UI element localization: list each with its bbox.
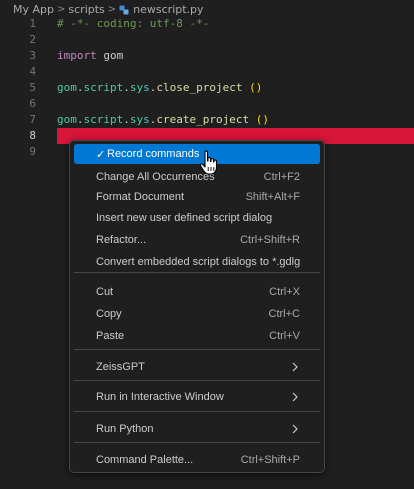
- menu-item-shortcut: Ctrl+F2: [263, 171, 300, 183]
- menu-item-label: Copy: [96, 308, 122, 320]
- code-line[interactable]: 3 import gom: [0, 48, 414, 64]
- menu-item-paste[interactable]: Paste Ctrl+V: [74, 326, 320, 346]
- checkmark-icon: ✓: [96, 148, 106, 161]
- code-text: # -*- coding: utf-8 -*-: [57, 16, 209, 32]
- line-number: 9: [29, 145, 36, 158]
- code-text: gom.script.sys.close_project (): [57, 80, 262, 96]
- chevron-right-icon: [290, 424, 300, 434]
- code-token: # -*- coding: utf-8 -*-: [57, 17, 210, 30]
- menu-item-convert-dialogs[interactable]: Convert embedded script dialogs to *.gdl…: [74, 252, 320, 272]
- line-number: 8: [29, 129, 36, 142]
- code-token: (): [249, 81, 263, 94]
- code-token: gom: [96, 49, 124, 62]
- line-number: 7: [29, 113, 36, 126]
- menu-item-label: Record commands: [107, 148, 200, 160]
- context-menu: ✓ Record commands Change All Occurrences Ct…: [69, 140, 325, 473]
- code-token: gom: [57, 81, 77, 94]
- menu-item-label: Insert new user defined script dialog: [96, 212, 273, 224]
- code-token: sys: [129, 113, 150, 126]
- code-token: sys: [129, 81, 150, 94]
- line-number: 3: [29, 49, 36, 62]
- menu-separator: [74, 349, 320, 350]
- hand-pointer-icon: [199, 150, 218, 175]
- code-text: gom.script.sys.create_project (): [57, 112, 269, 128]
- menu-item-insert-dialog[interactable]: Insert new user defined script dialog: [74, 208, 320, 228]
- python-file-icon: [119, 5, 129, 15]
- menu-separator: [74, 442, 320, 443]
- menu-item-zeissgpt[interactable]: ZeissGPT: [74, 357, 320, 377]
- breadcrumb-separator: >: [107, 3, 117, 15]
- code-line[interactable]: 6: [0, 96, 414, 112]
- menu-item-record-commands[interactable]: ✓ Record commands: [74, 144, 320, 164]
- breadcrumb-item-folder[interactable]: scripts: [68, 3, 104, 16]
- menu-item-label: Format Document: [96, 191, 185, 203]
- code-token: .: [123, 81, 130, 94]
- code-token: script: [83, 113, 124, 126]
- code-line[interactable]: 7 gom.script.sys.create_project (): [0, 112, 414, 128]
- chevron-right-icon: [290, 392, 300, 402]
- code-token: .: [76, 113, 84, 126]
- menu-item-shortcut: Ctrl+Shift+P: [240, 454, 300, 466]
- chevron-right-icon: [290, 362, 300, 372]
- menu-item-label: Paste: [96, 330, 125, 342]
- menu-item-change-all-occurrences[interactable]: Change All Occurrences Ctrl+F2: [74, 167, 320, 187]
- menu-separator: [74, 272, 320, 273]
- breadcrumb-item-app[interactable]: My App: [13, 3, 54, 16]
- menu-item-shortcut: Ctrl+V: [269, 330, 300, 342]
- menu-item-label: Refactor...: [96, 234, 147, 246]
- menu-item-copy[interactable]: Copy Ctrl+C: [74, 304, 320, 324]
- menu-item-cut[interactable]: Cut Ctrl+X: [74, 282, 320, 302]
- menu-item-shortcut: Ctrl+Shift+R: [240, 234, 300, 246]
- menu-item-label: Run Python: [96, 423, 154, 435]
- breadcrumb-item-file[interactable]: newscript.py: [133, 3, 203, 16]
- menu-item-label: Cut: [96, 286, 114, 298]
- menu-item-label: ZeissGPT: [96, 361, 145, 373]
- code-token: script: [83, 81, 124, 94]
- menu-item-shortcut: Ctrl+X: [269, 286, 300, 298]
- menu-item-label: Run in Interactive Window: [96, 391, 224, 403]
- menu-item-label: Convert embedded script dialogs to *.gdl…: [96, 256, 301, 268]
- menu-item-shortcut: Ctrl+C: [268, 308, 300, 320]
- code-line[interactable]: 2: [0, 32, 414, 48]
- menu-separator: [74, 411, 320, 412]
- menu-item-label: Change All Occurrences: [96, 171, 215, 183]
- line-number: 6: [29, 97, 36, 110]
- code-token: create_project: [156, 113, 250, 126]
- code-token: gom: [57, 113, 77, 126]
- menu-item-run-interactive-window[interactable]: Run in Interactive Window: [74, 387, 320, 407]
- code-token: .: [123, 113, 130, 126]
- line-number: 2: [29, 33, 36, 46]
- menu-separator: [74, 380, 320, 381]
- menu-item-label: Command Palette...: [96, 454, 194, 466]
- menu-item-command-palette[interactable]: Command Palette... Ctrl+Shift+P: [74, 450, 320, 470]
- line-number: 1: [29, 17, 36, 30]
- menu-item-shortcut: Shift+Alt+F: [245, 191, 300, 203]
- code-token: close_project: [156, 81, 243, 94]
- code-line[interactable]: 5 gom.script.sys.close_project (): [0, 80, 414, 96]
- line-number: 4: [29, 65, 36, 78]
- code-token: .: [76, 81, 84, 94]
- menu-item-format-document[interactable]: Format Document Shift+Alt+F: [74, 187, 320, 207]
- code-line[interactable]: 4: [0, 64, 414, 80]
- menu-item-run-python[interactable]: Run Python: [74, 419, 320, 439]
- code-line[interactable]: 1 # -*- coding: utf-8 -*-: [0, 16, 414, 32]
- breadcrumb-separator: >: [57, 3, 66, 15]
- menu-item-refactor[interactable]: Refactor... Ctrl+Shift+R: [74, 230, 320, 250]
- code-token: (): [255, 113, 269, 126]
- code-editor[interactable]: 1 # -*- coding: utf-8 -*- 2 3 import gom 4 5 go…: [0, 16, 414, 160]
- code-token: import: [57, 49, 97, 62]
- line-number: 5: [29, 81, 36, 94]
- code-text: import gom: [57, 48, 123, 64]
